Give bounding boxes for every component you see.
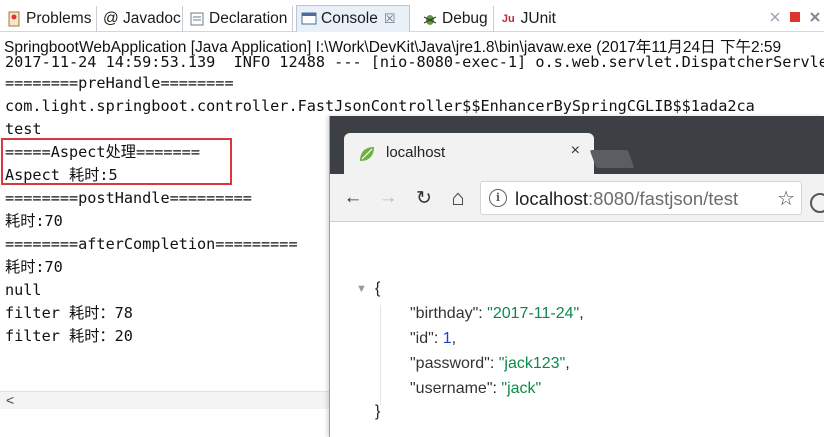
console-line: 耗时:70: [5, 258, 63, 276]
json-entry: "username": "jack": [410, 380, 542, 397]
spring-leaf-icon: [358, 145, 376, 163]
tab-label: Problems: [26, 10, 92, 27]
junit-icon: Ju: [501, 13, 515, 25]
tab-label: Declaration: [209, 10, 288, 27]
tab-junit[interactable]: Ju JUnit: [496, 6, 556, 32]
console-line: filter 耗时：78: [5, 304, 133, 322]
browser-window: localhost × ← → ↻ ⌂ i localhost:8080/fas…: [329, 116, 824, 437]
declaration-icon: [189, 11, 205, 27]
problems-icon: [6, 11, 22, 27]
console-icon: [301, 11, 317, 27]
tab-label: Console: [321, 10, 378, 27]
console-line: ========preHandle========: [5, 74, 234, 92]
close-icon[interactable]: ×: [571, 142, 580, 160]
console-line: null: [5, 281, 42, 299]
json-entry: "password": "jack123",: [410, 355, 570, 372]
terminate-icon[interactable]: [788, 10, 802, 24]
tab-label: @ Javadoc: [103, 10, 181, 27]
tab-label: JUnit: [520, 10, 556, 27]
view-tab-bar: Problems @ Javadoc Declaration Console ☒…: [0, 0, 824, 32]
browser-toolbar: ← → ↻ ⌂ i localhost:8080/fastjson/test ☆: [330, 174, 824, 222]
browser-page-content: ▼ { "birthday": "2017-11-24", "id": 1, "…: [330, 222, 824, 437]
json-value: "jack": [501, 380, 542, 397]
collapse-caret-icon[interactable]: ▼: [356, 283, 367, 295]
address-bar[interactable]: i localhost:8080/fastjson/test ☆: [480, 181, 802, 215]
extension-icon[interactable]: [810, 193, 824, 213]
reload-icon[interactable]: ↻: [411, 185, 437, 211]
json-key: "password": [410, 355, 490, 372]
json-key: "username": [410, 380, 493, 397]
scroll-left-icon[interactable]: <: [6, 392, 14, 409]
forward-icon[interactable]: →: [375, 185, 401, 211]
url-path: :8080/fastjson/test: [588, 188, 739, 209]
json-entry: "id": 1,: [410, 330, 457, 347]
tab-console[interactable]: Console ☒: [296, 5, 410, 32]
browser-tab-title: localhost: [386, 144, 446, 161]
console-line: com.light.springboot.controller.FastJson…: [5, 97, 755, 115]
highlight-annotation-box: [1, 138, 232, 185]
url-text: localhost:8080/fastjson/test: [515, 188, 738, 210]
horizontal-scrollbar[interactable]: <: [0, 391, 330, 409]
remove-launch-icon[interactable]: [808, 10, 822, 24]
json-open-brace: {: [375, 280, 381, 297]
debug-icon: [422, 11, 438, 27]
tab-declaration[interactable]: Declaration: [185, 6, 293, 32]
json-key: "id": [410, 330, 434, 347]
json-entry: "birthday": "2017-11-24",: [410, 305, 584, 322]
close-icon[interactable]: ☒: [384, 11, 396, 27]
console-line: 耗时:70: [5, 212, 63, 230]
bottom-strip: [0, 409, 330, 437]
new-tab-button[interactable]: [589, 150, 635, 168]
disconnect-icon[interactable]: [768, 10, 782, 24]
url-host: localhost: [515, 188, 589, 209]
console-line: 2017-11-24 14:59:53.139 INFO 12488 --- […: [5, 53, 824, 71]
info-icon[interactable]: i: [489, 189, 507, 207]
json-value: 1: [442, 330, 452, 347]
tab-label: Debug: [442, 10, 488, 27]
browser-tab[interactable]: localhost ×: [344, 133, 594, 174]
bookmark-star-icon[interactable]: ☆: [777, 186, 795, 211]
home-icon[interactable]: ⌂: [445, 185, 471, 211]
json-close-brace: }: [375, 403, 381, 420]
browser-titlebar: localhost ×: [330, 116, 824, 174]
console-line: ========postHandle=========: [5, 189, 252, 207]
console-toolbar: [768, 10, 822, 24]
console-line: filter 耗时：20: [5, 327, 133, 345]
tab-javadoc[interactable]: @ Javadoc: [99, 6, 183, 32]
json-value: "jack123": [498, 355, 566, 372]
tab-problems[interactable]: Problems: [2, 6, 97, 32]
json-value: "2017-11-24": [487, 305, 580, 322]
json-key: "birthday": [410, 305, 479, 322]
console-line: ========afterCompletion=========: [5, 235, 298, 253]
tab-debug[interactable]: Debug: [418, 6, 494, 32]
indent-guide: [380, 305, 381, 405]
back-icon[interactable]: ←: [340, 185, 366, 211]
